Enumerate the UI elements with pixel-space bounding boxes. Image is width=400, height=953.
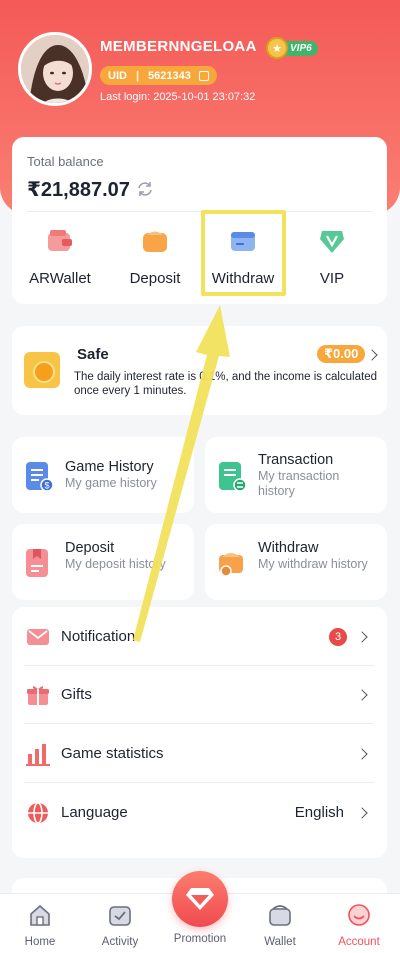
- home-icon: [30, 904, 50, 926]
- transaction-icon: [219, 462, 246, 492]
- chevron-right-icon: [366, 349, 378, 361]
- bar-chart-icon: [26, 744, 50, 766]
- uid-pill[interactable]: UID | 5621343: [100, 66, 217, 85]
- arwallet-button[interactable]: ARWallet: [20, 227, 100, 287]
- avatar[interactable]: [18, 32, 92, 106]
- svg-text:$: $: [44, 481, 49, 491]
- vip-level-badge: ★ VIP6: [266, 37, 318, 59]
- safe-description: The daily interest rate is 0.1%, and the…: [74, 371, 377, 397]
- notification-count-badge: 3: [329, 628, 347, 646]
- balance-card: Total balance ₹21,887.07 ARWallet Deposi…: [12, 137, 387, 304]
- deposit-button[interactable]: Deposit: [115, 227, 195, 287]
- tab-account[interactable]: Account: [329, 904, 389, 948]
- game-history-icon: $: [26, 462, 53, 492]
- star-icon: ★: [266, 37, 288, 59]
- chevron-right-icon: [356, 631, 368, 643]
- copy-icon[interactable]: [198, 70, 209, 81]
- activity-icon: [109, 906, 131, 926]
- uid-value: 5621343: [148, 69, 191, 82]
- safe-amount: ₹0.00: [317, 345, 366, 363]
- highlight-annotation-box: [201, 210, 286, 296]
- refresh-icon[interactable]: [136, 180, 154, 198]
- settings-menu: Notification 3 Gifts Game statistics Lan…: [12, 607, 387, 858]
- tab-activity[interactable]: Activity: [90, 904, 150, 948]
- balance-label: Total balance: [27, 154, 104, 169]
- menu-item-notification[interactable]: Notification 3: [24, 608, 374, 666]
- safe-title: Safe: [77, 346, 109, 363]
- safe-card[interactable]: Safe ₹0.00 The daily interest rate is 0.…: [12, 326, 387, 415]
- account-icon: [348, 904, 370, 926]
- balance-amount: ₹21,887.07: [27, 179, 130, 201]
- menu-item-language[interactable]: Language English: [24, 784, 374, 842]
- withdraw-history-icon: [219, 553, 243, 577]
- notification-icon: [27, 629, 49, 645]
- username: MEMBERNNGELOAA: [100, 38, 257, 55]
- tab-home[interactable]: Home: [10, 904, 70, 948]
- vip-icon: [320, 231, 344, 253]
- wallet-icon: [269, 905, 291, 926]
- deposit-history-card[interactable]: Deposit My deposit history: [12, 524, 194, 600]
- language-value: English: [294, 804, 344, 821]
- chevron-right-icon: [356, 748, 368, 760]
- diamond-icon: [186, 888, 214, 910]
- globe-icon: [28, 802, 48, 824]
- gift-icon: [27, 686, 49, 705]
- safe-icon: [24, 352, 60, 388]
- chevron-right-icon: [356, 689, 368, 701]
- arwallet-icon: [48, 230, 72, 251]
- menu-item-gifts[interactable]: Gifts: [24, 666, 374, 724]
- vip-button[interactable]: VIP: [292, 227, 372, 287]
- divider: [27, 211, 372, 212]
- chevron-right-icon: [356, 807, 368, 819]
- tab-wallet[interactable]: Wallet: [250, 904, 310, 948]
- deposit-icon: [143, 231, 167, 252]
- menu-item-game-statistics[interactable]: Game statistics: [24, 725, 374, 783]
- tab-promotion-label: Promotion: [173, 933, 227, 945]
- withdraw-history-card[interactable]: Withdraw My withdraw history: [205, 524, 387, 600]
- last-login: Last login: 2025-10-01 23:07:32: [100, 91, 256, 103]
- game-history-card[interactable]: $ Game History My game history: [12, 437, 194, 513]
- tab-promotion[interactable]: [172, 871, 228, 927]
- transaction-card[interactable]: Transaction My transaction history: [205, 437, 387, 513]
- deposit-history-icon: [26, 549, 48, 577]
